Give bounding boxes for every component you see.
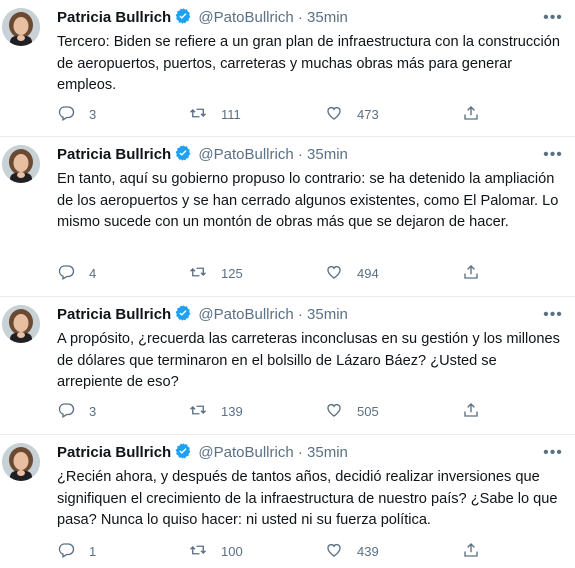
verified-badge-icon [174, 442, 192, 460]
share-button[interactable] [462, 104, 480, 124]
like-icon [325, 104, 343, 125]
reply-icon [57, 104, 75, 125]
author-handle[interactable]: @PatoBullrich [198, 146, 293, 163]
share-button[interactable] [462, 541, 480, 561]
reply-button[interactable]: 3 [57, 104, 96, 124]
author-handle[interactable]: @PatoBullrich [198, 9, 293, 26]
tweet-header: Patricia Bullrich @PatoBullrich · 35min … [57, 144, 563, 166]
like-button[interactable]: 473 [325, 104, 379, 124]
like-count: 473 [357, 106, 379, 122]
share-button[interactable] [462, 401, 480, 421]
more-options-icon[interactable]: ••• [543, 144, 563, 166]
author-name[interactable]: Patricia Bullrich [57, 146, 171, 163]
tweet[interactable]: Patricia Bullrich @PatoBullrich · 35min … [0, 137, 575, 297]
like-count: 505 [357, 403, 379, 419]
verified-badge-icon [174, 144, 192, 162]
like-button[interactable]: 439 [325, 541, 379, 561]
avatar[interactable] [2, 443, 40, 481]
tweet-text: Tercero: Biden se refiere a un gran plan… [57, 34, 560, 93]
retweet-count: 125 [221, 265, 243, 281]
retweet-icon [189, 263, 207, 284]
retweet-count: 111 [221, 106, 241, 122]
share-icon [462, 104, 480, 125]
tweet-thread: Patricia Bullrich @PatoBullrich · 35min … [0, 0, 575, 568]
reply-button[interactable]: 1 [57, 541, 96, 561]
tweet-header: Patricia Bullrich @PatoBullrich · 35min … [57, 7, 563, 29]
reply-button[interactable]: 4 [57, 263, 96, 283]
reply-icon [57, 263, 75, 284]
tweet-actions: 3 111 473 [57, 104, 497, 124]
retweet-icon [189, 401, 207, 422]
author-name[interactable]: Patricia Bullrich [57, 306, 171, 323]
retweet-button[interactable]: 111 [189, 104, 241, 124]
like-icon [325, 541, 343, 562]
reply-count: 3 [89, 106, 97, 122]
avatar[interactable] [2, 8, 40, 46]
reply-count: 4 [89, 265, 97, 281]
tweet[interactable]: Patricia Bullrich @PatoBullrich · 35min … [0, 297, 575, 435]
like-icon [325, 263, 343, 284]
author-name[interactable]: Patricia Bullrich [57, 444, 171, 461]
avatar[interactable] [2, 145, 40, 183]
tweet-text: ¿Recién ahora, y después de tantos años,… [57, 469, 558, 528]
like-icon [325, 401, 343, 422]
author-name[interactable]: Patricia Bullrich [57, 9, 171, 26]
verified-badge-icon [174, 7, 192, 25]
separator-dot: · [297, 9, 303, 26]
tweet-text: A propósito, ¿recuerda las carreteras in… [57, 331, 560, 390]
retweet-button[interactable]: 125 [189, 263, 243, 283]
separator-dot: · [297, 146, 303, 163]
share-icon [462, 263, 480, 284]
tweet-actions: 4 125 494 [57, 263, 497, 283]
tweet-actions: 3 139 505 [57, 401, 497, 421]
tweet-timestamp[interactable]: 35min [307, 306, 348, 323]
retweet-button[interactable]: 139 [189, 401, 243, 421]
share-button[interactable] [462, 263, 480, 283]
like-button[interactable]: 505 [325, 401, 379, 421]
separator-dot: · [297, 306, 303, 323]
author-handle[interactable]: @PatoBullrich [198, 444, 293, 461]
reply-icon [57, 401, 75, 422]
tweet-timestamp[interactable]: 35min [307, 146, 348, 163]
retweet-count: 100 [221, 543, 243, 559]
tweet[interactable]: Patricia Bullrich @PatoBullrich · 35min … [0, 435, 575, 568]
tweet-header: Patricia Bullrich @PatoBullrich · 35min … [57, 442, 563, 464]
reply-count: 3 [89, 403, 97, 419]
avatar[interactable] [2, 305, 40, 343]
share-icon [462, 541, 480, 562]
tweet-timestamp[interactable]: 35min [307, 444, 348, 461]
reply-count: 1 [89, 543, 97, 559]
tweet-header: Patricia Bullrich @PatoBullrich · 35min … [57, 304, 563, 326]
more-options-icon[interactable]: ••• [543, 304, 563, 326]
like-count: 439 [357, 543, 379, 559]
separator-dot: · [297, 444, 303, 461]
retweet-icon [189, 541, 207, 562]
tweet-actions: 1 100 439 [57, 541, 497, 561]
more-options-icon[interactable]: ••• [543, 7, 563, 29]
retweet-button[interactable]: 100 [189, 541, 243, 561]
more-options-icon[interactable]: ••• [543, 442, 563, 464]
author-handle[interactable]: @PatoBullrich [198, 306, 293, 323]
retweet-count: 139 [221, 403, 243, 419]
retweet-icon [189, 104, 207, 125]
tweet-text: En tanto, aquí su gobierno propuso lo co… [57, 171, 559, 230]
tweet-timestamp[interactable]: 35min [307, 9, 348, 26]
tweet[interactable]: Patricia Bullrich @PatoBullrich · 35min … [0, 0, 575, 137]
reply-icon [57, 541, 75, 562]
reply-button[interactable]: 3 [57, 401, 96, 421]
verified-badge-icon [174, 304, 192, 322]
share-icon [462, 401, 480, 422]
like-count: 494 [357, 265, 379, 281]
like-button[interactable]: 494 [325, 263, 379, 283]
